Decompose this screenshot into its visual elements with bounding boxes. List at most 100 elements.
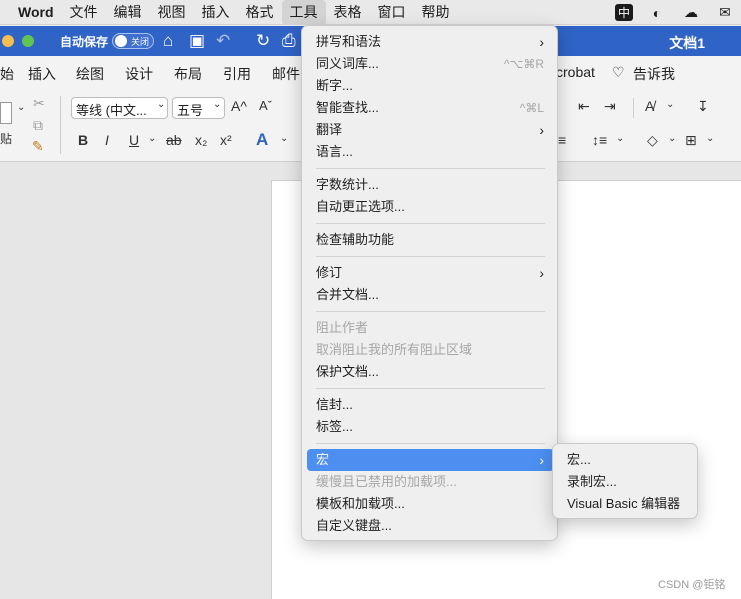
menu-item-templates-addins[interactable]: 模板和加载项... [307,493,554,515]
menu-item-label: 缓慢且已禁用的加载项... [316,474,457,489]
superscript-button[interactable]: x² [220,132,232,148]
text-direction-icon[interactable]: A̸ [645,98,654,114]
tab-tell-me[interactable]: 告诉我 [633,64,675,84]
tab-draw[interactable]: 绘图 [76,64,104,84]
menubar-file[interactable]: 文件 [62,0,106,25]
menu-item-autocorrect-options[interactable]: 自动更正选项... [307,196,554,218]
tools-menu: 拼写和语法 › 同义词库... ^⌥⌘R 断字... 智能查找... ^⌘L 翻… [301,25,558,541]
line-spacing-icon[interactable]: ↕≡ [592,132,607,148]
menubar-view[interactable]: 视图 [150,0,194,25]
menu-separator [316,311,545,312]
menubar-help[interactable]: 帮助 [414,0,458,25]
creative-cloud-icon[interactable]: ☁ [681,4,701,22]
tab-insert[interactable]: 插入 [28,64,56,84]
minimize-window-icon[interactable] [2,35,14,47]
tab-mailings[interactable]: 邮件 [272,64,300,84]
menu-item-customize-keyboard[interactable]: 自定义键盘... [307,515,554,537]
tab-references[interactable]: 引用 [223,64,251,84]
print-icon[interactable]: ⎙ [282,31,296,51]
menu-item-label: 自定义键盘... [316,518,392,533]
vpn-icon[interactable]: ◐ [647,4,667,22]
macro-submenu: 宏... 录制宏... Visual Basic 编辑器 [552,443,698,519]
paste-dropdown-icon[interactable]: ⌄ [17,102,25,113]
menu-item-labels[interactable]: 标签... [307,416,554,438]
menu-item-protect-document[interactable]: 保护文档... [307,361,554,383]
ribbon-divider [60,96,61,154]
justify-icon[interactable]: ≡ [558,132,566,148]
font-size-value: 五号 [177,103,204,118]
redo-icon[interactable]: ↻ [256,31,270,51]
menu-item-merge-documents[interactable]: 合并文档... [307,284,554,306]
save-icon[interactable]: ▣ [189,31,205,51]
menu-item-label: 保护文档... [316,364,379,379]
menubar-window[interactable]: 窗口 [370,0,414,25]
menu-bar: Word 文件 编辑 视图 插入 格式 工具 表格 窗口 帮助 中 ◐ ☁ ✉ [0,0,741,25]
decrease-indent-icon[interactable]: ⇤ [578,98,590,115]
zoom-window-icon[interactable] [22,35,34,47]
menu-item-word-count[interactable]: 字数统计... [307,174,554,196]
menu-item-label: 检查辅助功能 [316,232,395,247]
menu-item-smart-lookup[interactable]: 智能查找... ^⌘L [307,97,554,119]
menu-item-label: 标签... [316,419,353,434]
menu-item-language[interactable]: 语言... [307,141,554,163]
menu-item-envelopes[interactable]: 信封... [307,394,554,416]
sort-icon[interactable]: ↧ [697,98,709,115]
submenu-item-vba-editor[interactable]: Visual Basic 编辑器 [558,493,694,515]
font-name-select[interactable]: 等线 (中文... [71,97,168,119]
lightbulb-icon: ♡ [612,64,625,80]
menubar-insert[interactable]: 插入 [194,0,238,25]
italic-button[interactable]: I [105,132,109,148]
menubar-app-word[interactable]: Word [0,0,62,25]
copy-icon[interactable]: ⧉ [33,117,43,134]
menu-item-label: 取消阻止我的所有阻止区域 [316,342,473,357]
home-icon[interactable]: ⌂ [163,31,173,51]
undo-icon[interactable]: ↶ [216,31,230,51]
menubar-tools[interactable]: 工具 [281,0,326,25]
autosave-toggle[interactable]: 关闭 [112,33,154,49]
input-method-icon[interactable]: 中 [615,4,633,21]
shading-icon[interactable]: ◇ [647,132,658,149]
menu-item-macro[interactable]: 宏 › [307,449,554,471]
submenu-item-macros[interactable]: 宏... [558,449,694,471]
menubar-edit[interactable]: 编辑 [106,0,150,25]
menubar-format[interactable]: 格式 [238,0,282,25]
menu-separator [316,443,545,444]
format-painter-icon[interactable]: ✎ [32,138,44,155]
borders-icon[interactable]: ⊞ [685,132,697,149]
menu-item-label: 自动更正选项... [316,199,405,214]
menu-item-label: 修订 [316,265,343,280]
menu-item-label: 模板和加载项... [316,496,405,511]
menu-item-label: 断字... [316,78,353,93]
tab-design[interactable]: 设计 [125,64,153,84]
underline-button[interactable]: U [129,132,139,148]
tab-layout[interactable]: 布局 [174,64,202,84]
increase-indent-icon[interactable]: ⇥ [604,98,616,115]
menu-item-shortcut: ^⌥⌘R [503,57,544,71]
menu-item-check-accessibility[interactable]: 检查辅助功能 [307,229,554,251]
text-effects-icon[interactable]: A [256,130,268,150]
subscript-button[interactable]: x₂ [195,132,207,148]
menu-item-label: 同义词库... [316,56,379,71]
wechat-icon[interactable]: ✉ [715,4,735,22]
strikethrough-button[interactable]: ab [166,132,182,148]
menu-item-spelling-grammar[interactable]: 拼写和语法 › [307,31,554,53]
menubar-table[interactable]: 表格 [326,0,370,25]
shrink-font-button[interactable]: Aˇ [259,98,272,113]
bold-button[interactable]: B [78,132,88,148]
paste-icon[interactable] [0,102,12,124]
menu-item-unblock-all-regions: 取消阻止我的所有阻止区域 [307,339,554,361]
ribbon-divider [633,98,634,118]
menu-separator [316,256,545,257]
autosave-label: 自动保存 [60,35,109,49]
tab-home[interactable]: 始 [0,64,14,84]
tab-acrobat[interactable]: crobat [556,64,595,80]
watermark: CSDN @钜铭 [658,579,726,591]
menu-item-translate[interactable]: 翻译 › [307,119,554,141]
menu-item-thesaurus[interactable]: 同义词库... ^⌥⌘R [307,53,554,75]
menu-item-hyphenation[interactable]: 断字... [307,75,554,97]
menu-item-track-changes[interactable]: 修订 › [307,262,554,284]
cut-icon[interactable]: ✂ [33,95,45,112]
menu-item-label: 信封... [316,397,353,412]
grow-font-button[interactable]: A^ [231,98,247,114]
submenu-item-record-macro[interactable]: 录制宏... [558,471,694,493]
